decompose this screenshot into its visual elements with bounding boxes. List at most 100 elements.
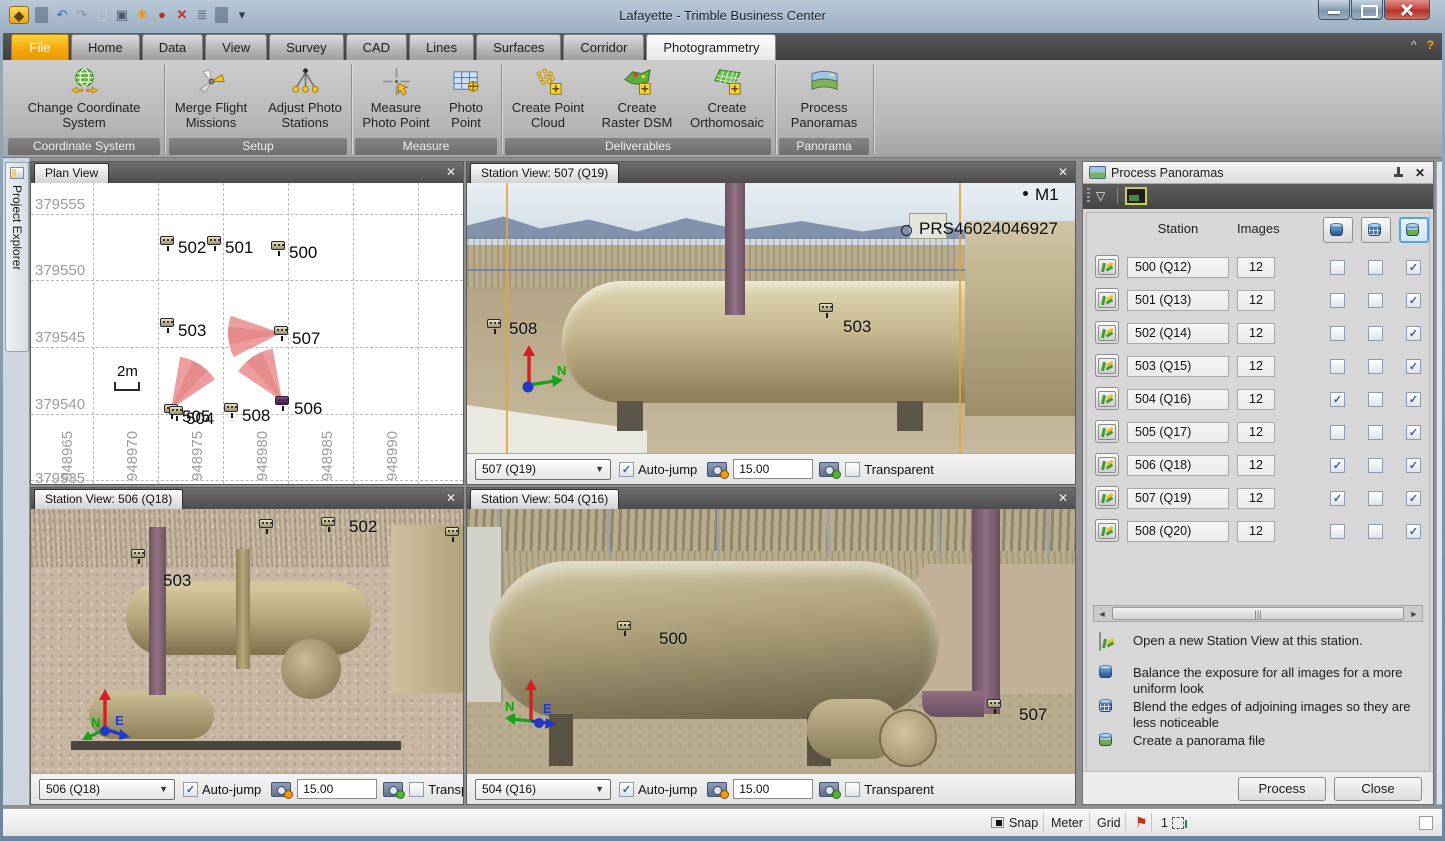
close-button[interactable]: Close bbox=[1334, 777, 1422, 801]
blend-checkbox[interactable] bbox=[1368, 524, 1383, 539]
units-indicator[interactable]: Meter bbox=[1051, 809, 1083, 836]
transparent-checkbox[interactable] bbox=[845, 782, 860, 797]
status-corner-box[interactable] bbox=[1419, 816, 1433, 830]
create-raster-dsm-button[interactable]: Create Raster DSM bbox=[597, 63, 677, 136]
distance-input[interactable]: 15.00 bbox=[733, 459, 813, 479]
panorama-checkbox[interactable]: ✓ bbox=[1406, 359, 1421, 374]
close-button[interactable] bbox=[1384, 0, 1430, 20]
grid-toggle[interactable]: Grid bbox=[1097, 809, 1121, 836]
pin-icon[interactable] bbox=[1393, 167, 1403, 179]
camera-forward-icon[interactable] bbox=[383, 782, 403, 797]
open-station-view-button[interactable] bbox=[1095, 453, 1119, 476]
station-cell[interactable]: 505 (Q17) bbox=[1127, 422, 1229, 443]
plan-view-tab[interactable]: Plan View bbox=[34, 163, 109, 183]
adjust-photo-stations-button[interactable]: Adjust Photo Stations bbox=[261, 63, 349, 136]
close-icon[interactable]: ✕ bbox=[1415, 166, 1425, 180]
station-marker[interactable] bbox=[131, 549, 145, 558]
tab-surfaces[interactable]: Surfaces bbox=[476, 34, 561, 60]
exposure-checkbox[interactable] bbox=[1330, 524, 1345, 539]
station-marker[interactable] bbox=[169, 406, 183, 415]
tab-survey[interactable]: Survey bbox=[269, 34, 343, 60]
blend-edges-column-button[interactable] bbox=[1361, 217, 1391, 243]
exposure-checkbox[interactable] bbox=[1330, 326, 1345, 341]
station-cell[interactable]: 501 (Q13) bbox=[1127, 290, 1229, 311]
open-station-view-button[interactable] bbox=[1095, 321, 1119, 344]
image-mode-icon[interactable] bbox=[1125, 187, 1147, 205]
station-marker[interactable] bbox=[160, 318, 174, 327]
station-marker[interactable] bbox=[445, 527, 459, 536]
station-select-dropdown[interactable]: 507 (Q19) ▼ bbox=[475, 459, 611, 480]
station-marker[interactable] bbox=[259, 519, 273, 528]
tab-lines[interactable]: Lines bbox=[409, 34, 474, 60]
exposure-checkbox[interactable]: ✓ bbox=[1330, 458, 1345, 473]
open-station-view-button[interactable] bbox=[1095, 354, 1119, 377]
station-marker[interactable] bbox=[271, 241, 285, 250]
open-station-view-button[interactable] bbox=[1095, 486, 1119, 509]
plan-view-canvas[interactable]: 379555 379550 379545 379540 379535 94896… bbox=[31, 183, 463, 484]
exposure-checkbox[interactable]: ✓ bbox=[1330, 491, 1345, 506]
close-icon[interactable]: ✕ bbox=[446, 491, 456, 505]
station-marker[interactable] bbox=[617, 621, 631, 630]
station-select-dropdown[interactable]: 506 (Q18) ▼ bbox=[39, 779, 175, 800]
measure-photo-point-button[interactable]: Measure Photo Point bbox=[359, 63, 433, 136]
blend-checkbox[interactable] bbox=[1368, 293, 1383, 308]
process-button[interactable]: Process bbox=[1238, 777, 1326, 801]
page-indicator[interactable]: 1 bbox=[1161, 809, 1184, 836]
station-cell[interactable]: 507 (Q19) bbox=[1127, 488, 1229, 509]
scrollbar-thumb[interactable]: ||| bbox=[1112, 607, 1404, 620]
station-marker[interactable] bbox=[274, 326, 288, 335]
vertical-scrollbar[interactable] bbox=[1436, 161, 1442, 805]
create-point-cloud-button[interactable]: Create Point Cloud bbox=[505, 63, 591, 136]
station-view-506-photo[interactable]: 503 502 N E bbox=[31, 509, 463, 773]
panorama-checkbox[interactable]: ✓ bbox=[1406, 491, 1421, 506]
merge-flight-missions-button[interactable]: Merge Flight Missions bbox=[167, 63, 255, 136]
scroll-left-icon[interactable]: ◄ bbox=[1094, 606, 1110, 621]
create-panorama-column-button[interactable] bbox=[1399, 217, 1429, 243]
snap-toggle[interactable]: Snap bbox=[991, 809, 1038, 836]
create-orthomosaic-button[interactable]: Create Orthomosaic bbox=[683, 63, 771, 136]
flag-indicator[interactable]: ⚑ bbox=[1135, 809, 1148, 836]
blend-checkbox[interactable] bbox=[1368, 491, 1383, 506]
station-view-507-photo[interactable]: 508 503 PRS46024046927 M1 N bbox=[467, 183, 1075, 453]
station-marker[interactable] bbox=[207, 236, 221, 245]
blend-checkbox[interactable] bbox=[1368, 458, 1383, 473]
auto-jump-checkbox[interactable]: ✓ bbox=[183, 782, 198, 797]
station-view-504-tab[interactable]: Station View: 504 (Q16) bbox=[470, 489, 619, 509]
exposure-checkbox[interactable] bbox=[1330, 425, 1345, 440]
toolbar-dropdown-icon[interactable]: ▽ bbox=[1096, 189, 1105, 203]
panorama-checkbox[interactable]: ✓ bbox=[1406, 392, 1421, 407]
auto-jump-checkbox[interactable]: ✓ bbox=[619, 782, 634, 797]
tab-cad[interactable]: CAD bbox=[346, 34, 407, 60]
horizontal-scrollbar[interactable]: ◄ ||| ► bbox=[1093, 605, 1423, 622]
station-cell[interactable]: 502 (Q14) bbox=[1127, 323, 1229, 344]
change-coordinate-system-button[interactable]: Change Coordinate System bbox=[9, 63, 159, 136]
close-icon[interactable]: ✕ bbox=[1058, 491, 1068, 505]
close-icon[interactable]: ✕ bbox=[446, 165, 456, 179]
panorama-checkbox[interactable]: ✓ bbox=[1406, 260, 1421, 275]
station-cell[interactable]: 500 (Q12) bbox=[1127, 257, 1229, 278]
station-cell[interactable]: 504 (Q16) bbox=[1127, 389, 1229, 410]
blend-checkbox[interactable] bbox=[1368, 260, 1383, 275]
ribbon-collapse-icon[interactable]: ^ bbox=[1411, 38, 1417, 52]
station-cell[interactable]: 508 (Q20) bbox=[1127, 521, 1229, 542]
station-select-dropdown[interactable]: 504 (Q16) ▼ bbox=[475, 779, 611, 800]
station-marker-selected[interactable] bbox=[275, 396, 289, 405]
transparent-checkbox[interactable] bbox=[845, 462, 860, 477]
camera-forward-icon[interactable] bbox=[819, 462, 839, 477]
distance-input[interactable]: 15.00 bbox=[297, 779, 377, 799]
station-marker[interactable] bbox=[160, 236, 174, 245]
maximize-button[interactable] bbox=[1351, 0, 1383, 20]
drag-grip[interactable] bbox=[1087, 188, 1090, 204]
pano-point-marker[interactable] bbox=[901, 225, 912, 236]
auto-jump-checkbox[interactable]: ✓ bbox=[619, 462, 634, 477]
transparent-checkbox[interactable] bbox=[409, 782, 424, 797]
photo-point-button[interactable]: Photo Point bbox=[439, 63, 493, 136]
minimize-button[interactable] bbox=[1318, 0, 1350, 20]
station-view-507-tab[interactable]: Station View: 507 (Q19) bbox=[470, 163, 619, 183]
panorama-checkbox[interactable]: ✓ bbox=[1406, 425, 1421, 440]
project-explorer-tab[interactable]: Project Explorer bbox=[5, 162, 29, 352]
station-view-506-tab[interactable]: Station View: 506 (Q18) bbox=[34, 489, 183, 509]
panorama-checkbox[interactable]: ✓ bbox=[1406, 326, 1421, 341]
tab-file[interactable]: File bbox=[11, 34, 69, 60]
station-marker[interactable] bbox=[321, 517, 335, 526]
